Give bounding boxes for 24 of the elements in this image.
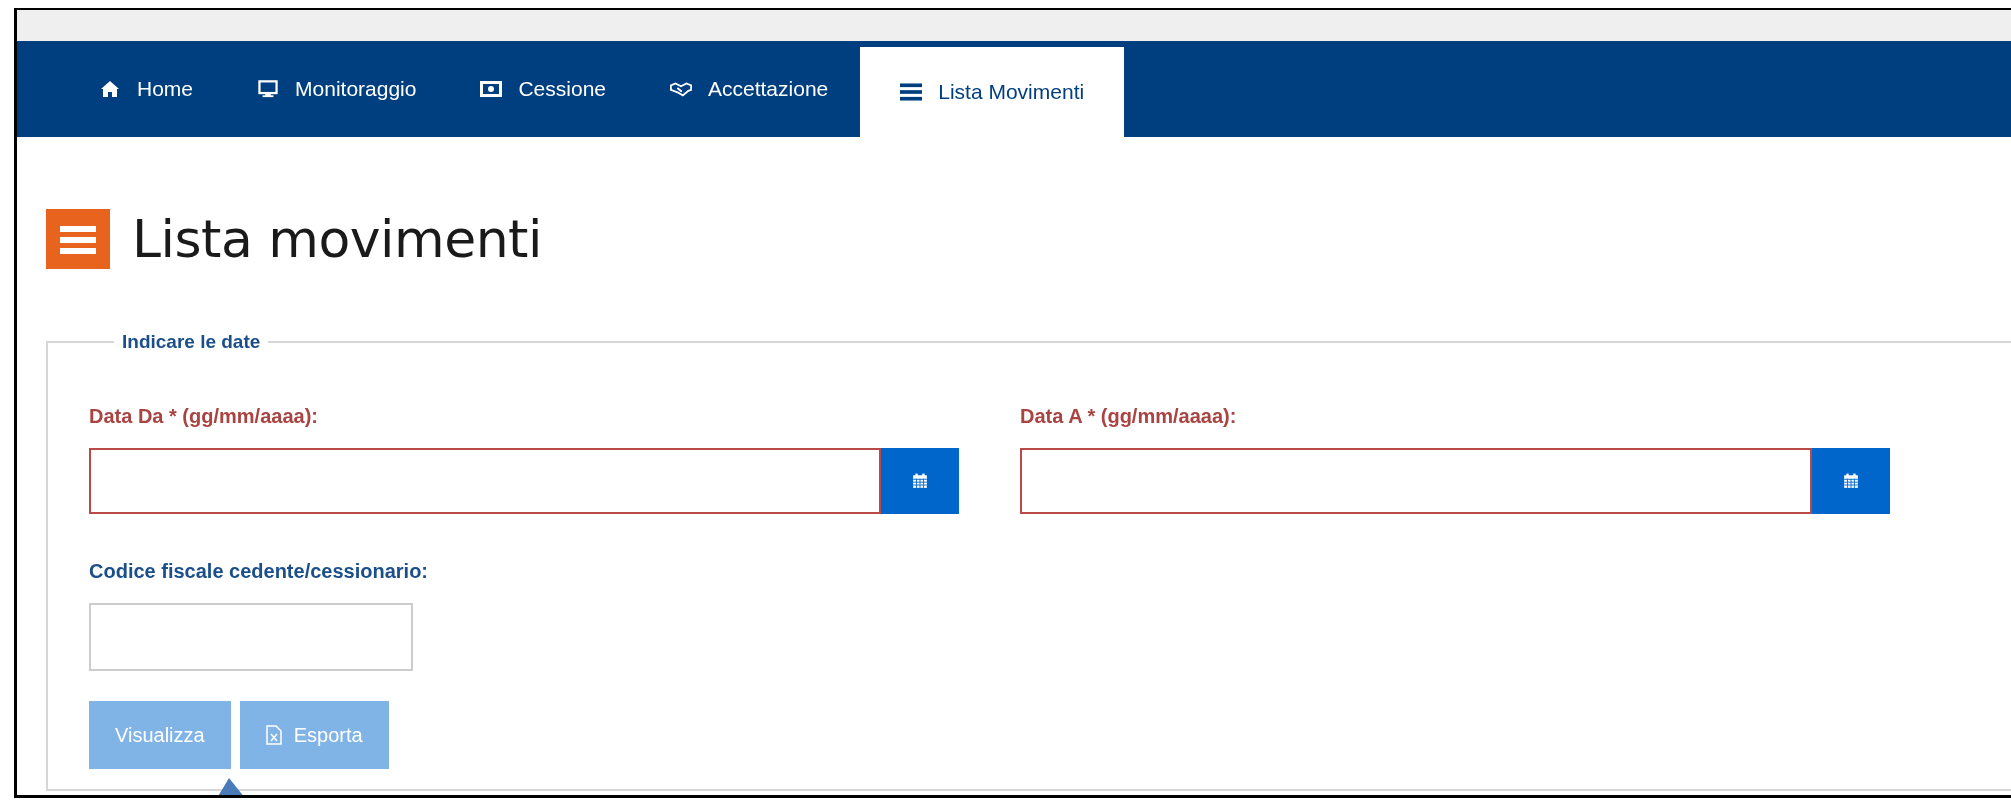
code-input[interactable] (89, 603, 413, 671)
field-label: Codice fiscale cedente/cessionario: (89, 560, 430, 583)
calendar-button[interactable] (881, 448, 959, 514)
handshake-icon (670, 80, 692, 98)
nav-tab[interactable]: Lista Movimenti (860, 47, 1125, 137)
home-icon (99, 80, 121, 98)
monitor-icon (257, 80, 280, 98)
list-icon (46, 209, 110, 269)
date-input[interactable] (1020, 448, 1812, 514)
nav-tab[interactable]: Home (67, 41, 226, 137)
calendar-button[interactable] (1812, 448, 1890, 514)
menu-icon (900, 83, 923, 101)
date-input[interactable] (89, 448, 881, 514)
field-label: Data A * (gg/mm/aaaa): (1020, 405, 1238, 428)
excel-file-icon (265, 725, 282, 745)
section-legend: Indicare le date (114, 331, 269, 353)
nav-tab[interactable]: Monitoraggio (225, 41, 449, 137)
nav-tab[interactable]: Accettazione (638, 41, 861, 137)
calendar-icon (912, 473, 928, 489)
nav-tab[interactable]: Cessione (448, 41, 638, 137)
page-title: Lista movimenti (132, 209, 542, 269)
calendar-icon (1843, 473, 1859, 489)
banknote-icon (480, 80, 503, 98)
field-label: Data Da * (gg/mm/aaaa): (89, 405, 319, 428)
